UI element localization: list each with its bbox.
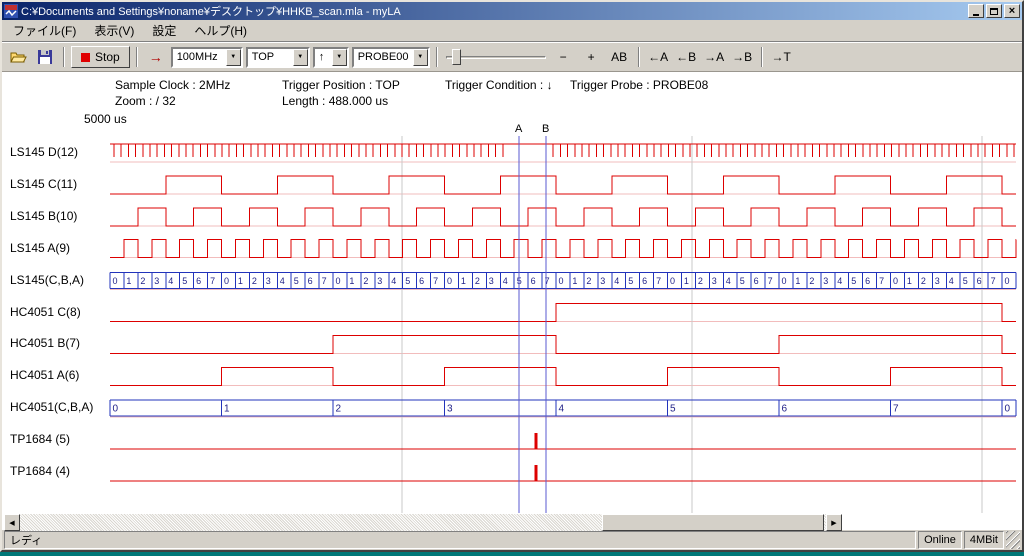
cursor-a-right-button[interactable]: →A (702, 46, 727, 68)
app-icon (4, 4, 18, 18)
status-online: Online (918, 531, 962, 549)
chevron-down-icon[interactable]: ▼ (226, 49, 241, 66)
cursor-b-right-button[interactable]: →B (730, 46, 755, 68)
trigger-edge-value: ↑ (315, 49, 332, 66)
channel-label[interactable]: TP1684 (4) (10, 464, 70, 478)
trigger-condition-info: Trigger Condition : ↓ (445, 78, 553, 92)
toolbar-separator (436, 47, 438, 67)
open-folder-icon (10, 50, 27, 64)
stop-icon (81, 53, 90, 62)
cursor-a-left-button[interactable]: ←A (646, 46, 671, 68)
minimize-button[interactable] (968, 4, 984, 18)
zoom-slider-groove (446, 56, 546, 59)
channel-label[interactable]: LS145 B(10) (10, 209, 77, 223)
zoom-info: Zoom : / 32 (115, 94, 176, 108)
toolbar-separator (63, 47, 65, 67)
channel-label[interactable]: LS145 C(11) (10, 177, 77, 191)
floppy-icon (38, 50, 52, 64)
close-button[interactable]: × (1004, 4, 1020, 18)
resize-grip[interactable] (1006, 531, 1020, 549)
trigger-probe-info: Trigger Probe : PROBE08 (570, 78, 708, 92)
stop-label: Stop (95, 50, 120, 64)
app-window: C:¥Documents and Settings¥noname¥デスクトップ¥… (0, 0, 1024, 552)
channel-label[interactable]: LS145 A(9) (10, 241, 70, 255)
maximize-button[interactable] (986, 4, 1002, 18)
horizontal-scrollbar[interactable]: ◀ ▶ (4, 514, 842, 531)
channel-label[interactable]: HC4051 C(8) (10, 305, 81, 319)
channel-label[interactable]: LS145(C,B,A) (10, 273, 84, 287)
titlebar[interactable]: C:¥Documents and Settings¥noname¥デスクトップ¥… (2, 2, 1022, 20)
save-button[interactable] (33, 46, 57, 68)
run-button[interactable]: → (144, 46, 168, 68)
goto-trigger-button[interactable]: →T (769, 46, 794, 68)
zoom-in-button[interactable]: + (579, 46, 604, 68)
toolbar-separator (136, 47, 138, 67)
sample-clock-value: 100MHz (173, 49, 226, 66)
window-controls: × (968, 4, 1020, 18)
maximize-icon (990, 8, 998, 15)
toolbar-separator (761, 47, 763, 67)
channel-label[interactable]: HC4051(C,B,A) (10, 400, 93, 414)
channel-label[interactable]: HC4051 A(6) (10, 368, 79, 382)
status-memory: 4MBit (964, 531, 1004, 549)
trigger-position-value: TOP (248, 49, 293, 66)
stop-button[interactable]: Stop (71, 46, 130, 68)
cursor-b-left-button[interactable]: ←B (674, 46, 699, 68)
status-message: レディ (4, 531, 916, 549)
trigger-probe-select[interactable]: PROBE00 ▼ (352, 47, 430, 68)
open-button[interactable] (6, 46, 30, 68)
chevron-down-icon[interactable]: ▼ (413, 49, 428, 66)
close-icon: × (1009, 6, 1015, 16)
channel-label[interactable]: LS145 D(12) (10, 145, 78, 159)
channel-label[interactable]: HC4051 B(7) (10, 336, 80, 350)
scroll-left-button[interactable]: ◀ (4, 514, 20, 531)
statusbar: レディ Online 4MBit (2, 530, 1022, 550)
trigger-edge-select[interactable]: ↑ ▼ (313, 47, 349, 68)
scroll-thumb[interactable] (602, 514, 824, 531)
menubar: ファイル(F) 表示(V) 設定 ヘルプ(H) (2, 20, 1022, 42)
toolbar: Stop → 100MHz ▼ TOP ▼ ↑ ▼ PROBE00 ▼ − + … (2, 42, 1022, 72)
channel-label[interactable]: TP1684 (5) (10, 432, 70, 446)
scroll-track[interactable] (20, 514, 826, 531)
menu-view[interactable]: 表示(V) (85, 20, 143, 41)
trigger-probe-value: PROBE00 (354, 49, 413, 66)
scroll-right-button[interactable]: ▶ (826, 514, 842, 531)
menu-help[interactable]: ヘルプ(H) (185, 20, 256, 41)
sample-clock-info: Sample Clock : 2MHz (115, 78, 230, 92)
waveform-client-area (2, 72, 1022, 530)
window-title: C:¥Documents and Settings¥noname¥デスクトップ¥… (21, 3, 965, 19)
time-per-div-label: 5000 us (84, 112, 127, 126)
minimize-icon (973, 14, 979, 16)
trigger-position-select[interactable]: TOP ▼ (246, 47, 310, 68)
zoom-slider[interactable] (444, 46, 548, 68)
chevron-down-icon[interactable]: ▼ (332, 49, 347, 66)
sample-clock-select[interactable]: 100MHz ▼ (171, 47, 243, 68)
chevron-down-icon[interactable]: ▼ (293, 49, 308, 66)
menu-settings[interactable]: 設定 (143, 20, 185, 41)
menu-file[interactable]: ファイル(F) (4, 20, 85, 41)
length-info: Length : 488.000 us (282, 94, 388, 108)
zoom-out-button[interactable]: − (551, 46, 576, 68)
zoom-slider-thumb[interactable] (452, 49, 461, 65)
toolbar-separator (638, 47, 640, 67)
trigger-position-info: Trigger Position : TOP (282, 78, 400, 92)
ab-range-button[interactable]: AB (607, 46, 632, 68)
